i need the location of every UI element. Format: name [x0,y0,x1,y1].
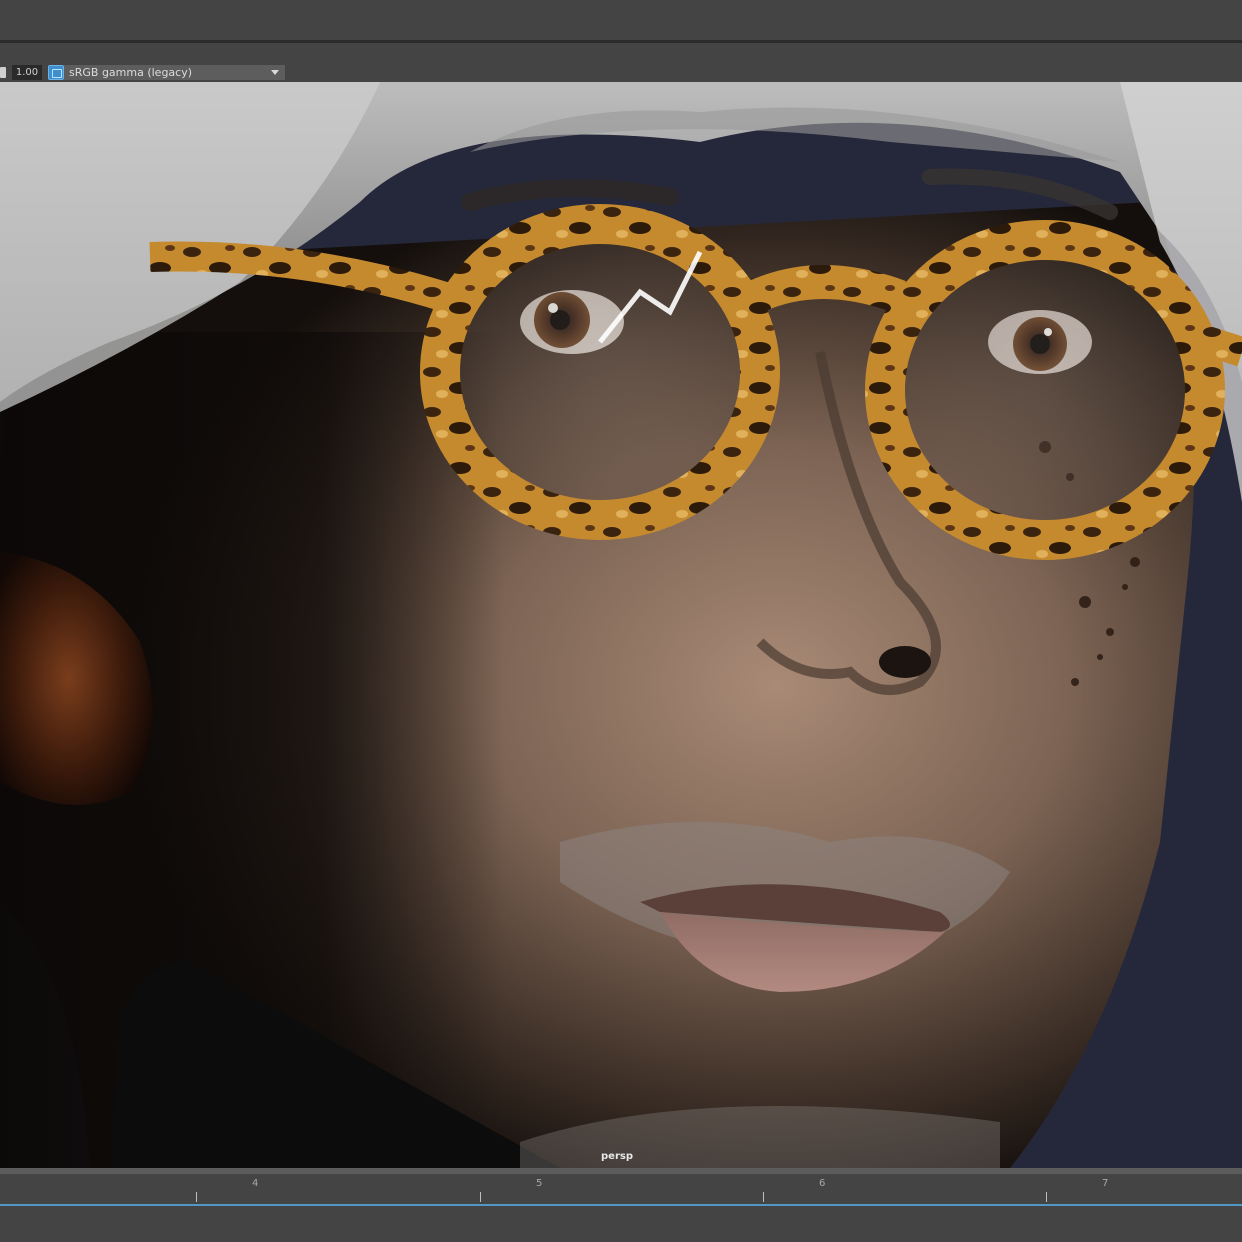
colorspace-label: sRGB gamma (legacy) [69,66,193,79]
render-image [0,82,1242,1168]
timeline-tick [480,1192,481,1202]
menu-bar-area [0,0,1242,40]
frame-label: 4 [252,1178,259,1189]
toolbar-icon[interactable] [0,67,6,78]
colorspace-dropdown[interactable]: sRGB gamma (legacy) [64,65,285,80]
range-slider-area [0,1206,1242,1242]
frame-label: 7 [1102,1178,1109,1189]
frame-label: 5 [536,1178,543,1189]
timeline-tick [1046,1192,1047,1202]
exposure-field[interactable]: 1.00 [12,65,42,80]
camera-label: persp [601,1151,633,1162]
timeline-tick [763,1192,764,1202]
frame-label: 6 [819,1178,826,1189]
viewport-3d[interactable]: persp [0,82,1242,1168]
color-management-icon[interactable] [48,65,64,80]
timeline[interactable]: 4 5 6 7 [0,1174,1242,1204]
timeline-tick [196,1192,197,1202]
chevron-down-icon[interactable] [271,70,279,75]
